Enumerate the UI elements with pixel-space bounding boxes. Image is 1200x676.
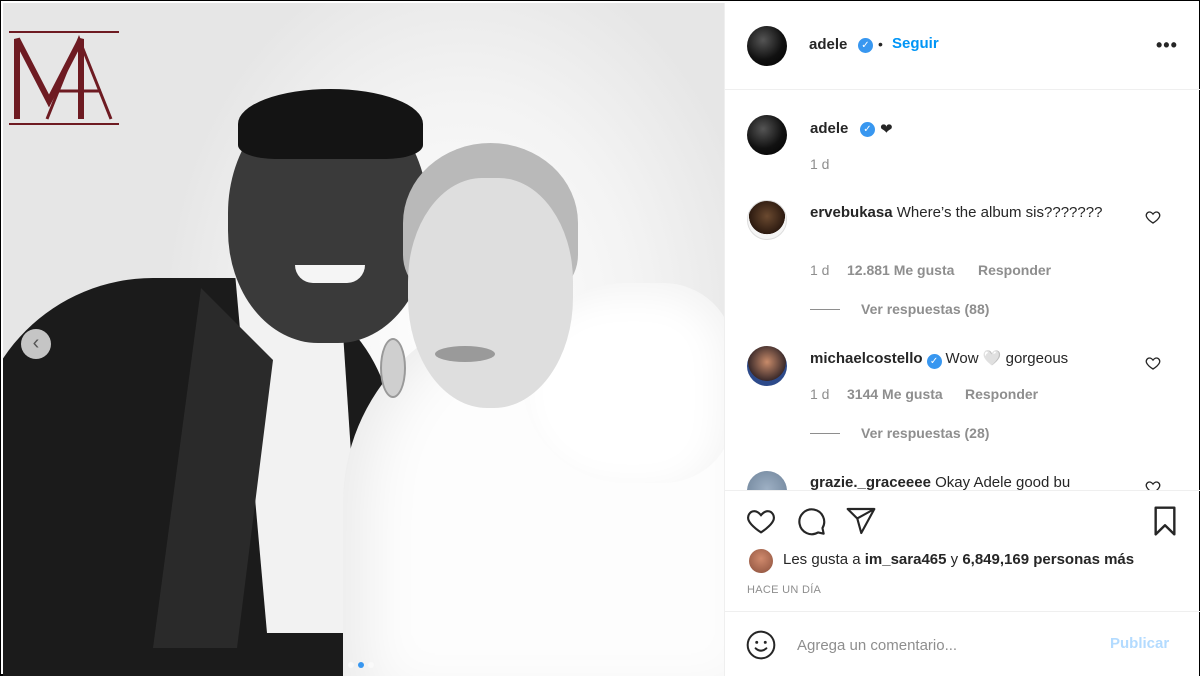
photo-man-hair	[238, 89, 423, 159]
follow-button[interactable]: Seguir	[892, 35, 939, 52]
comment-like-heart-icon[interactable]	[1145, 479, 1161, 490]
liker-username[interactable]: im_sara465	[865, 551, 947, 568]
liker-avatar[interactable]	[749, 549, 773, 573]
comment-username[interactable]: michaelcostello	[810, 350, 923, 367]
author-avatar[interactable]	[747, 26, 787, 66]
photo-woman-lips	[435, 346, 495, 362]
likes-summary: Les gusta a im_sara465 y 6,849,169 perso…	[783, 551, 1134, 568]
caption-avatar[interactable]	[747, 115, 787, 155]
photo-woman-head	[408, 178, 573, 408]
comment-avatar[interactable]	[747, 471, 787, 490]
comment-avatar[interactable]	[747, 200, 787, 240]
carousel-dot	[358, 662, 364, 668]
comment-text: Wow 🤍 gorgeous	[945, 350, 1069, 367]
author-username[interactable]: adele	[809, 36, 847, 53]
heart-outline-icon[interactable]	[1145, 479, 1161, 490]
view-replies-button[interactable]: Ver respuestas (28)	[861, 425, 989, 441]
more-options-icon[interactable]: •••	[1156, 35, 1178, 56]
heart-outline-icon[interactable]	[1145, 355, 1161, 371]
likes-prefix: Les gusta a	[783, 551, 861, 568]
logo-rule-top	[9, 31, 119, 33]
header-separator-dot: •	[878, 36, 883, 52]
reply-button[interactable]: Responder	[978, 262, 1051, 278]
comment-text: Where’s the album sis???????	[896, 204, 1103, 221]
comment-avatar[interactable]	[747, 346, 787, 386]
comment-time[interactable]: 1 d	[810, 386, 829, 402]
paper-plane-icon[interactable]	[845, 505, 877, 537]
photo-earring	[380, 338, 406, 398]
comment-likes[interactable]: 3144 Me gusta	[847, 386, 943, 402]
post-sidebar: adele ✓ • Seguir ••• adele ✓ ❤ 1 d erveb…	[724, 3, 1200, 676]
comment-body: michaelcostello ✓ Wow 🤍 gorgeous	[810, 348, 1130, 369]
emoji-icon[interactable]	[745, 629, 777, 661]
verified-badge-icon: ✓	[858, 38, 873, 53]
comment-username[interactable]: grazie._graceeee	[810, 474, 931, 490]
caption-username[interactable]: adele	[810, 120, 848, 137]
reply-button[interactable]: Responder	[965, 386, 1038, 402]
instagram-post-window: ‹ adele ✓ • Seguir ••• adele ✓ ❤ 1 d erv…	[0, 0, 1200, 676]
comment-text: Okay Adele good bu	[935, 474, 1071, 490]
bookmark-icon[interactable]	[1149, 505, 1181, 537]
caption-time[interactable]: 1 d	[810, 156, 829, 172]
comment-button[interactable]	[795, 505, 827, 537]
carousel-dots	[348, 655, 388, 668]
like-button[interactable]	[745, 505, 777, 537]
publish-button[interactable]: Publicar	[1110, 635, 1169, 652]
logo-rule-bottom	[9, 123, 119, 125]
comment-body: ervebukasa Where’s the album sis???????	[810, 202, 1110, 223]
post-time[interactable]: HACE UN DÍA	[747, 584, 821, 596]
comment-icon[interactable]	[795, 505, 827, 537]
comment-likes[interactable]: 12.881 Me gusta	[847, 262, 954, 278]
brand-logo	[9, 31, 119, 125]
comment-username[interactable]: ervebukasa	[810, 204, 893, 221]
verified-badge-icon: ✓	[926, 354, 942, 369]
logo-monogram-icon	[14, 34, 113, 120]
heart-icon[interactable]	[745, 505, 777, 537]
replies-divider	[810, 309, 840, 310]
view-replies-button[interactable]: Ver respuestas (88)	[861, 301, 989, 317]
comment-row-partial: grazie._graceeee Okay Adele good bu	[725, 465, 1200, 490]
photo-man-smile	[295, 265, 365, 283]
comment-body: grazie._graceeee Okay Adele good bu	[810, 472, 1120, 490]
post-photo[interactable]: ‹	[3, 3, 724, 676]
comment-time[interactable]: 1 d	[810, 262, 829, 278]
header-divider	[725, 89, 1200, 90]
comments-divider	[725, 490, 1200, 491]
comment-like-heart-icon[interactable]	[1145, 209, 1161, 229]
carousel-prev-button[interactable]: ‹	[21, 329, 51, 359]
carousel-dot	[368, 662, 374, 668]
comment-input[interactable]	[797, 633, 1087, 657]
carousel-dot	[348, 662, 354, 668]
likes-count[interactable]: 6,849,169 personas más	[962, 551, 1134, 568]
save-button[interactable]	[1149, 505, 1181, 537]
share-button[interactable]	[845, 505, 877, 537]
likes-connector: y	[950, 551, 959, 568]
emoji-button[interactable]	[745, 629, 777, 661]
composer-divider	[725, 611, 1200, 612]
verified-badge-icon: ✓	[860, 122, 875, 137]
comment-like-heart-icon[interactable]	[1145, 355, 1161, 375]
replies-divider	[810, 433, 840, 434]
caption-text: ❤	[880, 121, 893, 138]
heart-outline-icon[interactable]	[1145, 209, 1161, 225]
